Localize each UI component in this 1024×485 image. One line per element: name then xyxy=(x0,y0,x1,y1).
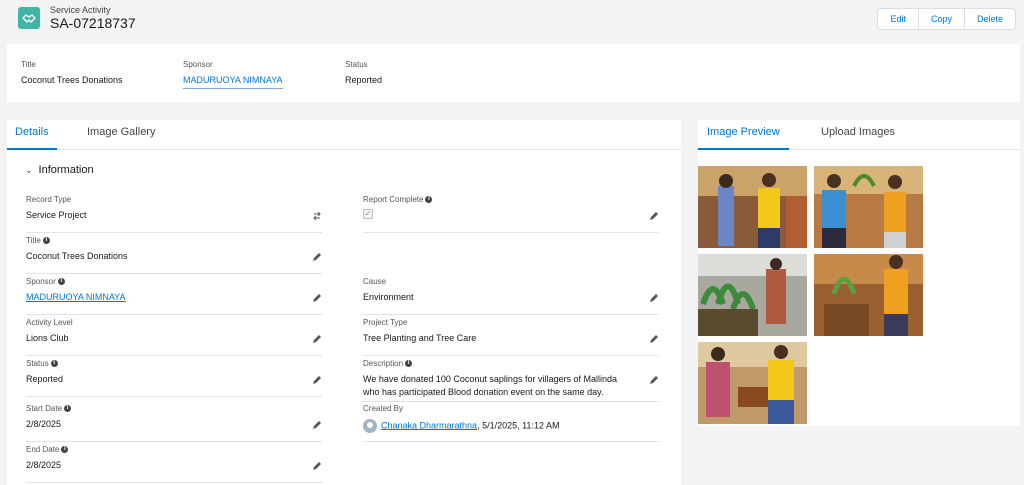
image-preview-card: Image Preview Upload Images xyxy=(698,120,1020,426)
field-value: Service Project xyxy=(26,210,87,220)
tab-details[interactable]: Details xyxy=(7,126,57,150)
field-value: Chanaka Dharmarathna, 5/1/2025, 11:12 AM xyxy=(363,419,559,433)
pencil-icon[interactable] xyxy=(312,334,322,344)
gallery-image[interactable] xyxy=(698,342,807,424)
object-type-label: Service Activity xyxy=(50,5,111,15)
info-icon[interactable]: i xyxy=(57,278,65,285)
info-icon[interactable]: i xyxy=(42,237,50,244)
field-value: Lions Club xyxy=(26,333,69,343)
field-sponsor: Sponsor i MADURUOYA NIMNAYA xyxy=(26,277,322,315)
field-value: We have donated 100 Coconut saplings for… xyxy=(363,373,617,399)
field-value: 2/8/2025 xyxy=(26,419,62,429)
field-label: Record Type xyxy=(26,195,72,204)
field-label: End Date i xyxy=(26,445,69,454)
user-avatar-icon xyxy=(363,419,377,433)
pencil-icon[interactable] xyxy=(312,375,322,385)
delete-button[interactable]: Delete xyxy=(965,9,1015,29)
record-number: SA-07218737 xyxy=(50,15,136,31)
field-cause: Cause Environment xyxy=(363,277,659,315)
info-icon[interactable]: i xyxy=(405,360,413,367)
pencil-icon[interactable] xyxy=(649,334,659,344)
field-start-date: Start Date i 2/8/2025 xyxy=(26,404,322,442)
gallery-image[interactable] xyxy=(814,166,923,248)
tab-image-preview[interactable]: Image Preview xyxy=(698,126,789,150)
field-label: Title i xyxy=(26,236,50,245)
copy-button[interactable]: Copy xyxy=(919,9,965,29)
report-complete-checkbox: ✓ xyxy=(363,209,373,219)
field-created-by: Created By Chanaka Dharmarathna, 5/1/202… xyxy=(363,404,659,442)
field-label: Report Complete i xyxy=(363,195,433,204)
field-activity-level: Activity Level Lions Club xyxy=(26,318,322,356)
info-icon[interactable]: i xyxy=(425,196,433,203)
highlight-status-label: Status xyxy=(345,60,368,69)
highlight-status-value: Reported xyxy=(345,75,383,85)
field-value: Tree Planting and Tree Care xyxy=(363,333,477,343)
field-label: Sponsor i xyxy=(26,277,65,286)
field-end-date: End Date i 2/8/2025 xyxy=(26,445,322,483)
field-value: Reported xyxy=(26,374,64,384)
field-value: 2/8/2025 xyxy=(26,460,62,470)
field-label: Project Type xyxy=(363,318,408,327)
info-icon[interactable]: i xyxy=(61,446,69,453)
highlight-title-value: Coconut Trees Donations xyxy=(21,75,123,85)
tab-image-gallery[interactable]: Image Gallery xyxy=(87,126,155,150)
field-label: Created By xyxy=(363,404,404,413)
pencil-icon[interactable] xyxy=(312,420,322,430)
highlights-panel: Title Coconut Trees Donations Sponsor MA… xyxy=(7,44,1020,102)
field-label: Description i xyxy=(363,359,413,368)
tab-upload-images[interactable]: Upload Images xyxy=(821,126,895,150)
field-project-type: Project Type Tree Planting and Tree Care xyxy=(363,318,659,356)
highlight-sponsor-link[interactable]: MADURUOYA NIMNAYA xyxy=(183,75,283,89)
highlight-sponsor: Sponsor MADURUOYA NIMNAYA xyxy=(183,60,283,89)
record-header: Service Activity SA-07218737 Edit Copy D… xyxy=(0,0,1024,40)
edit-button[interactable]: Edit xyxy=(878,9,919,29)
description-line-2: who has participated Blood donation even… xyxy=(363,387,604,397)
pencil-icon[interactable] xyxy=(312,252,322,262)
field-status: Status i Reported xyxy=(26,359,322,397)
details-tabs: Details Image Gallery xyxy=(7,120,681,150)
highlight-title-label: Title xyxy=(21,60,36,69)
pencil-icon[interactable] xyxy=(312,461,322,471)
field-title: Title i Coconut Trees Donations xyxy=(26,236,322,274)
field-value: Coconut Trees Donations xyxy=(26,251,128,261)
chevron-down-icon: ⌄ xyxy=(25,164,33,175)
field-label: Cause xyxy=(363,277,387,286)
pencil-icon[interactable] xyxy=(649,293,659,303)
pencil-icon[interactable] xyxy=(312,293,322,303)
gallery-image[interactable] xyxy=(698,166,807,248)
created-datetime: , 5/1/2025, 11:12 AM xyxy=(477,420,560,431)
field-report-complete: Report Complete i ✓ xyxy=(363,195,659,233)
field-record-type: Record Type Service Project xyxy=(26,195,322,233)
handshake-icon xyxy=(18,7,40,29)
change-record-type-icon[interactable] xyxy=(312,211,322,221)
field-label: Start Date i xyxy=(26,404,72,413)
section-information-toggle[interactable]: ⌄ Information xyxy=(25,164,94,176)
gallery-image[interactable] xyxy=(698,254,807,336)
sponsor-link[interactable]: MADURUOYA NIMNAYA xyxy=(26,291,126,304)
field-label: Status i xyxy=(26,359,58,368)
details-card: Details Image Gallery ⌄ Information Reco… xyxy=(7,120,681,485)
created-by-user-link[interactable]: Chanaka Dharmarathna xyxy=(381,420,477,430)
highlight-status: Status Reported xyxy=(345,60,382,85)
highlight-sponsor-label: Sponsor xyxy=(183,60,213,69)
description-line-1: We have donated 100 Coconut saplings for… xyxy=(363,374,617,384)
pencil-icon[interactable] xyxy=(649,211,659,221)
image-tabs: Image Preview Upload Images xyxy=(698,120,1020,150)
pencil-icon[interactable] xyxy=(649,375,659,385)
field-description: Description i We have donated 100 Coconut… xyxy=(363,359,659,402)
action-button-group: Edit Copy Delete xyxy=(877,8,1016,30)
field-label: Activity Level xyxy=(26,318,73,327)
section-title: Information xyxy=(38,164,94,176)
highlight-title: Title Coconut Trees Donations xyxy=(21,60,123,85)
info-icon[interactable]: i xyxy=(64,405,72,412)
field-value: Environment xyxy=(363,292,414,302)
info-icon[interactable]: i xyxy=(50,360,58,367)
gallery-image[interactable] xyxy=(814,254,923,336)
